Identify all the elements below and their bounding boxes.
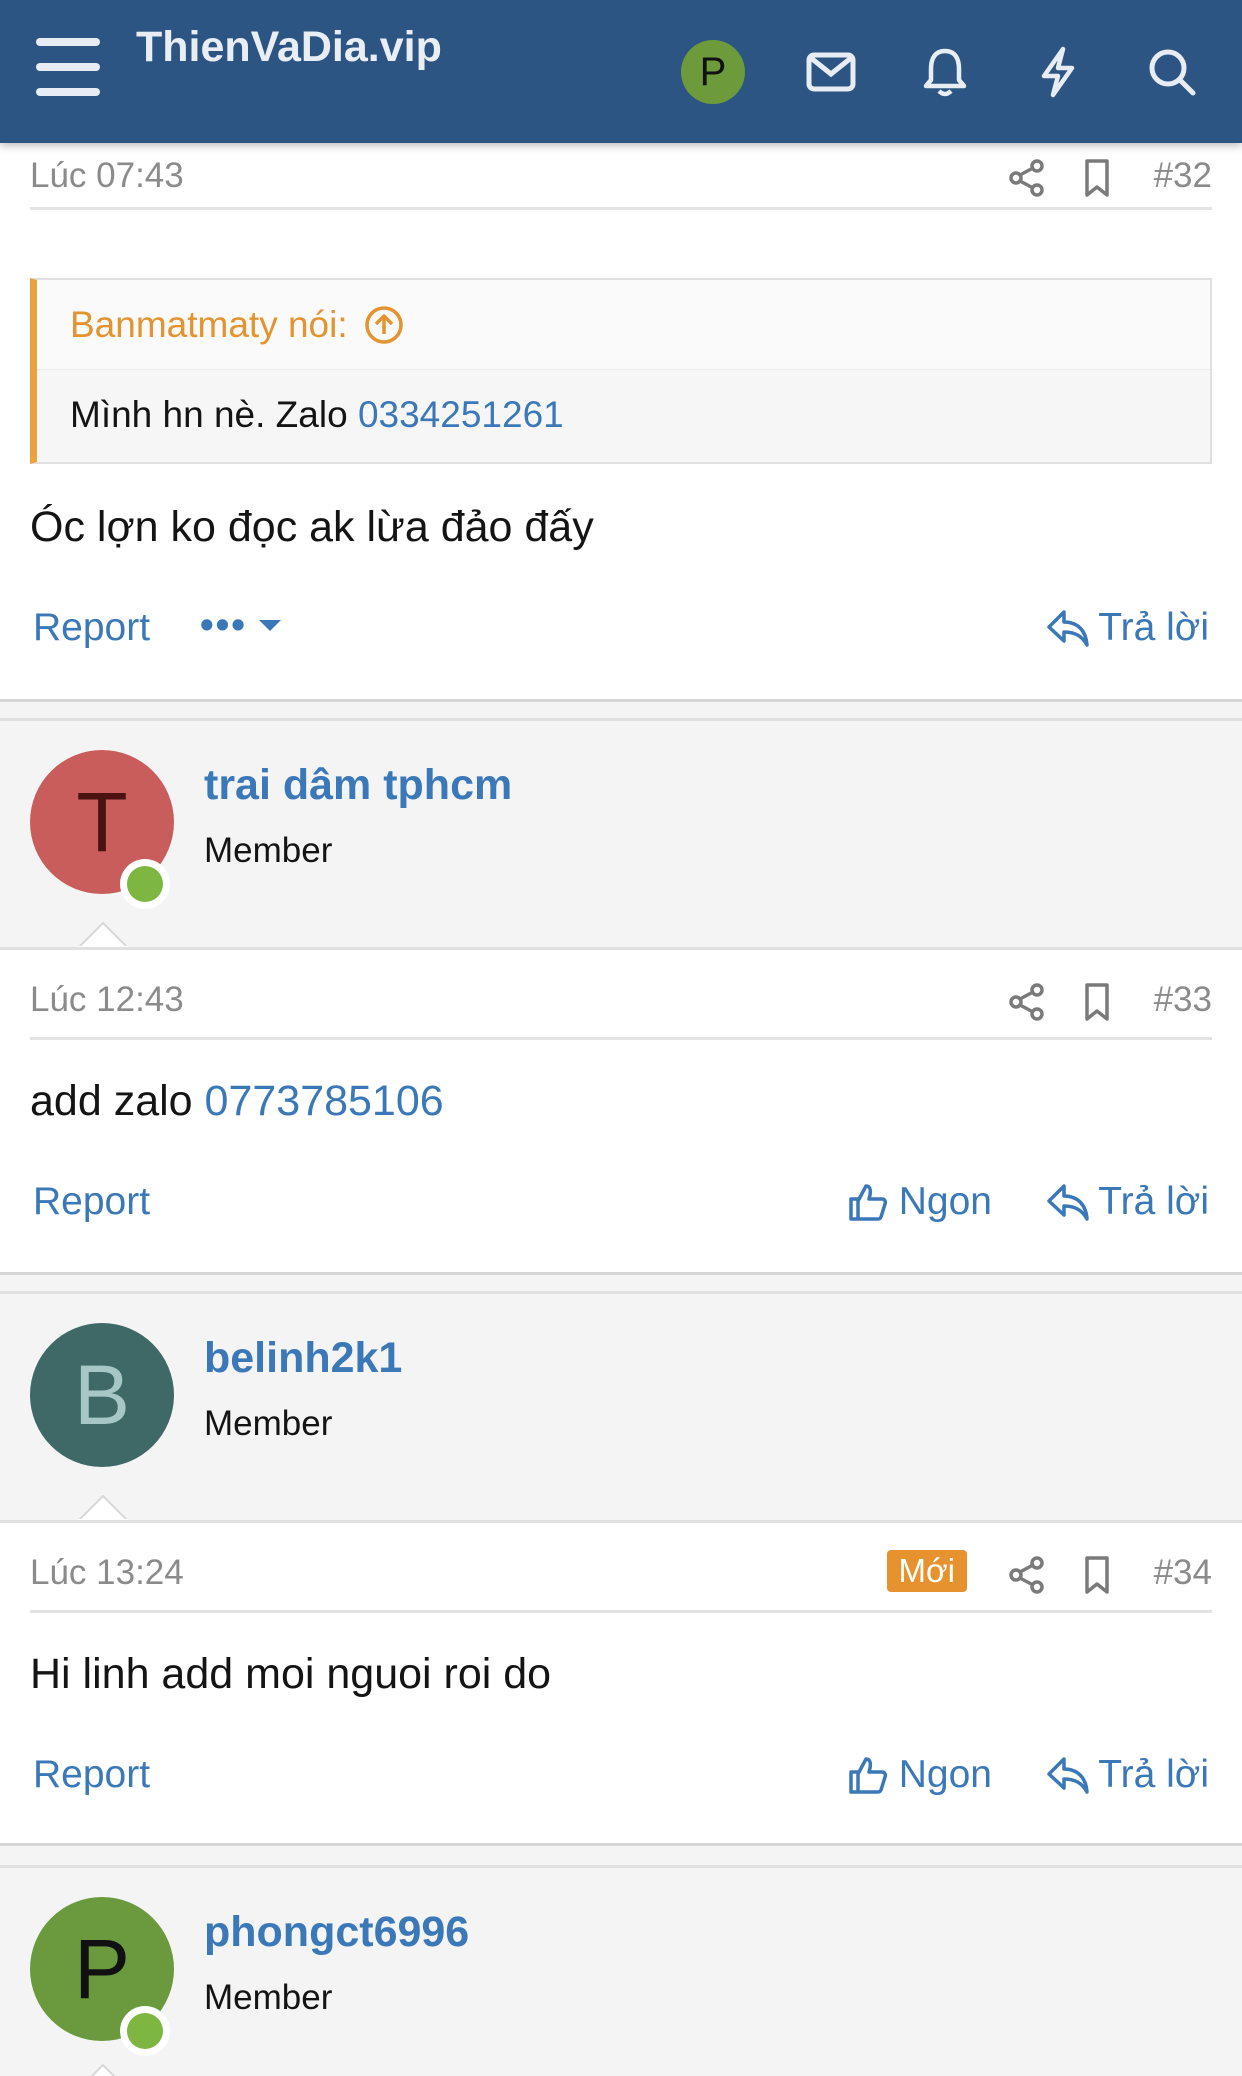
- post-meta: Lúc 13:24 Mới #34: [30, 1523, 1212, 1613]
- quote-header[interactable]: Banmatmaty nói:: [37, 280, 1210, 370]
- quote-phone-link[interactable]: 0334251261: [358, 394, 564, 435]
- report-button[interactable]: Report: [33, 1180, 150, 1224]
- site-title[interactable]: ThienVaDia.vip: [136, 14, 456, 80]
- like-label: Ngon: [898, 1753, 992, 1796]
- like-button[interactable]: Ngon: [847, 1753, 992, 1797]
- post-time[interactable]: Lúc 12:43: [30, 980, 184, 1020]
- reply-button[interactable]: Trả lời: [1046, 606, 1209, 650]
- user-role: Member: [204, 831, 333, 870]
- post-34: Lúc 13:24 Mới #34 Hi linh add moi nguoi …: [0, 1523, 1242, 1846]
- search-icon[interactable]: [1140, 40, 1204, 104]
- share-icon[interactable]: [1007, 158, 1047, 198]
- bookmark-icon[interactable]: [1077, 158, 1117, 198]
- reply-icon: [1047, 1757, 1089, 1794]
- reply-button[interactable]: Trả lời: [1046, 1180, 1209, 1224]
- like-button[interactable]: Ngon: [847, 1180, 992, 1224]
- new-badge: Mới: [886, 1550, 967, 1592]
- phone-link[interactable]: 0773785106: [205, 1077, 444, 1125]
- bell-icon[interactable]: [913, 40, 977, 104]
- report-button[interactable]: Report: [33, 1753, 150, 1797]
- reply-button[interactable]: Trả lời: [1046, 1753, 1209, 1797]
- quote-block: Banmatmaty nói: Mình hn nè. Zalo 0334251…: [30, 278, 1212, 464]
- bookmark-icon[interactable]: [1077, 1555, 1117, 1595]
- username[interactable]: phongct6996: [204, 1908, 469, 1957]
- post-meta: Lúc 12:43 #33: [30, 950, 1212, 1040]
- chevron-down-icon: [258, 620, 281, 631]
- post-time[interactable]: Lúc 07:43: [30, 156, 184, 196]
- reply-icon: [1047, 1184, 1089, 1221]
- post-message: Hi linh add moi nguoi roi do: [30, 1650, 552, 1698]
- arrow-up-circle-icon[interactable]: [364, 305, 404, 345]
- post-33-user: T trai dâm tphcm Member: [0, 721, 1242, 948]
- post-pointer: [78, 1495, 128, 1521]
- quote-author[interactable]: Banmatmaty nói:: [70, 280, 348, 370]
- user-role: Member: [204, 1978, 333, 2017]
- thumbs-up-icon: [849, 1757, 887, 1794]
- online-status-icon: [120, 2006, 170, 2056]
- post-time[interactable]: Lúc 13:24: [30, 1553, 184, 1593]
- username[interactable]: trai dâm tphcm: [204, 761, 512, 810]
- post-33: Lúc 12:43 #33 add zalo 0773785106 Report…: [0, 950, 1242, 1275]
- reply-label: Trả lời: [1098, 1753, 1209, 1796]
- quote-text: Mình hn nè. Zalo 0334251261: [37, 370, 1210, 460]
- post-35-user: P phongct6996 Member: [0, 1868, 1242, 2076]
- share-icon[interactable]: [1007, 982, 1047, 1022]
- lightning-icon[interactable]: [1026, 40, 1090, 104]
- post-34-user: B belinh2k1 Member: [0, 1294, 1242, 1521]
- share-icon[interactable]: [1007, 1555, 1047, 1595]
- like-label: Ngon: [898, 1180, 992, 1223]
- bookmark-icon[interactable]: [1077, 982, 1117, 1022]
- more-options-button[interactable]: •••: [200, 604, 283, 648]
- post-pointer: [78, 922, 128, 948]
- top-navigation-bar: ThienVaDia.vip P: [0, 0, 1242, 143]
- avatar[interactable]: B: [30, 1323, 174, 1467]
- post-number[interactable]: #32: [1154, 156, 1212, 196]
- menu-icon[interactable]: [36, 38, 100, 96]
- inbox-icon[interactable]: [799, 40, 863, 104]
- thumbs-up-icon: [849, 1184, 887, 1221]
- username[interactable]: belinh2k1: [204, 1334, 402, 1383]
- account-avatar[interactable]: P: [681, 40, 745, 104]
- post-pointer: [90, 2064, 116, 2076]
- message-text: add zalo: [30, 1077, 205, 1125]
- post-message: add zalo 0773785106: [30, 1077, 444, 1126]
- more-dots: •••: [200, 604, 247, 647]
- reply-label: Trả lời: [1098, 1180, 1209, 1223]
- reply-label: Trả lời: [1098, 606, 1209, 649]
- post-number[interactable]: #33: [1154, 980, 1212, 1020]
- report-button[interactable]: Report: [33, 606, 150, 650]
- post-number[interactable]: #34: [1154, 1553, 1212, 1593]
- quote-text-content: Mình hn nè. Zalo: [70, 394, 358, 435]
- post-message: Óc lợn ko đọc ak lừa đảo đấy: [30, 503, 594, 551]
- online-status-icon: [120, 859, 170, 909]
- reply-icon: [1047, 610, 1089, 647]
- user-role: Member: [204, 1404, 333, 1443]
